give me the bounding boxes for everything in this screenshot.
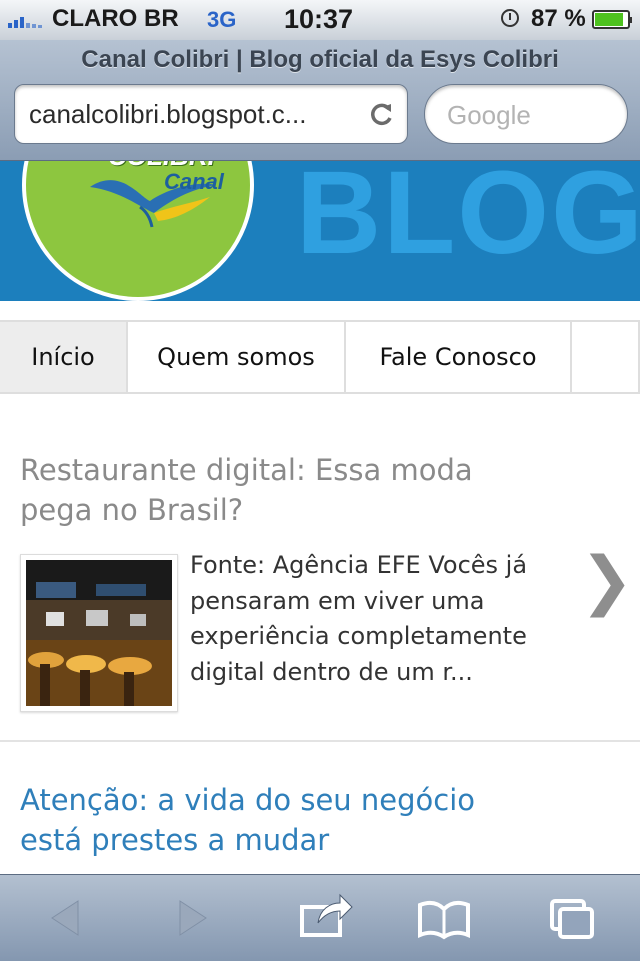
address-bar[interactable]: canalcolibri.blogspot.c... [14,84,408,144]
blog-nav: Início Quem somos Fale Conosco [0,320,640,394]
logo[interactable]: COLIBRI Canal [22,161,254,301]
back-icon[interactable] [40,875,90,961]
share-icon[interactable] [296,875,356,961]
lock-rotation-icon [501,9,519,27]
banner-word: BLOG [296,161,640,279]
tab-fale-conosco[interactable]: Fale Conosco [346,322,572,392]
clock: 10:37 [284,4,354,34]
pages-icon[interactable] [544,875,600,961]
bottom-toolbar [0,874,640,961]
logo-sub: Canal [164,169,224,194]
battery-icon [592,10,632,29]
search-input[interactable] [445,97,609,133]
bookmarks-icon[interactable] [414,875,474,961]
blog-banner: BLOG COLIBRI Canal [0,161,640,301]
forward-icon[interactable] [168,875,218,961]
search-field[interactable] [424,84,628,144]
tab-empty [572,322,640,392]
chevron-right-icon[interactable]: ❯ [580,544,634,618]
post-divider [0,740,640,742]
post-title[interactable]: Restaurante digital: Essa moda pega no B… [20,450,540,530]
battery-percent: 87 % [531,5,586,32]
page-title: Canal Colibri | Blog oficial da Esys Col… [81,46,559,73]
status-bar: CLARO BR 3G 10:37 87 % [0,0,640,41]
url-text: canalcolibri.blogspot.c... [29,99,307,129]
post-thumbnail[interactable] [20,554,178,712]
post-excerpt: Fonte: Agência EFE Vocês já pensaram em … [190,551,528,686]
restaurant-image [26,560,172,706]
tab-quem-somos[interactable]: Quem somos [128,322,346,392]
post-title-link[interactable]: Atenção: a vida do seu negócio está pres… [20,780,540,860]
tab-inicio[interactable]: Início [0,322,128,392]
carrier-label: CLARO BR [52,5,179,32]
network-label: 3G [207,7,237,32]
reload-icon[interactable] [369,101,395,127]
signal-bars-icon [6,0,46,40]
